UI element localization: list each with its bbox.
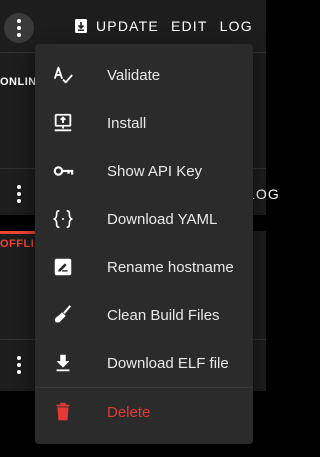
install-icon [51,111,75,135]
more-options-button[interactable] [4,350,34,380]
device-options-menu: Validate Install Show API Key Download Y… [35,44,253,444]
more-options-button[interactable] [4,13,34,43]
more-vert-icon [17,185,21,203]
edit-button[interactable]: EDIT [171,18,208,34]
update-label: UPDATE [96,18,159,34]
menu-item-download-elf[interactable]: Download ELF file [35,339,253,387]
menu-item-label: Validate [107,66,161,84]
menu-item-show-api-key[interactable]: Show API Key [35,147,253,195]
menu-item-delete[interactable]: Delete [35,388,253,436]
edit-label: EDIT [170,18,208,34]
more-vert-icon [17,19,21,37]
menu-item-label: Clean Build Files [107,306,220,324]
more-vert-icon [17,356,21,374]
log-label: LOG [219,18,253,34]
download-icon [51,351,75,375]
log-button[interactable]: LOG [220,18,253,34]
validate-icon [51,63,75,87]
menu-item-clean-build-files[interactable]: Clean Build Files [35,291,253,339]
code-braces-icon [51,207,75,231]
update-button[interactable]: UPDATE [74,18,159,34]
menu-item-install[interactable]: Install [35,99,253,147]
menu-item-label: Download YAML [107,210,218,228]
menu-item-validate[interactable]: Validate [35,51,253,99]
menu-item-label: Delete [107,403,151,421]
menu-item-label: Install [107,114,147,132]
menu-item-label: Rename hostname [107,258,234,276]
menu-item-download-yaml[interactable]: Download YAML [35,195,253,243]
delete-icon [51,400,75,424]
menu-item-rename-hostname[interactable]: Rename hostname [35,243,253,291]
menu-item-label: Show API Key [107,162,203,180]
rename-icon [51,255,75,279]
menu-item-label: Download ELF file [107,354,229,372]
key-icon [51,159,75,183]
broom-icon [51,303,75,327]
more-options-button[interactable] [4,179,34,209]
update-icon [75,19,87,33]
